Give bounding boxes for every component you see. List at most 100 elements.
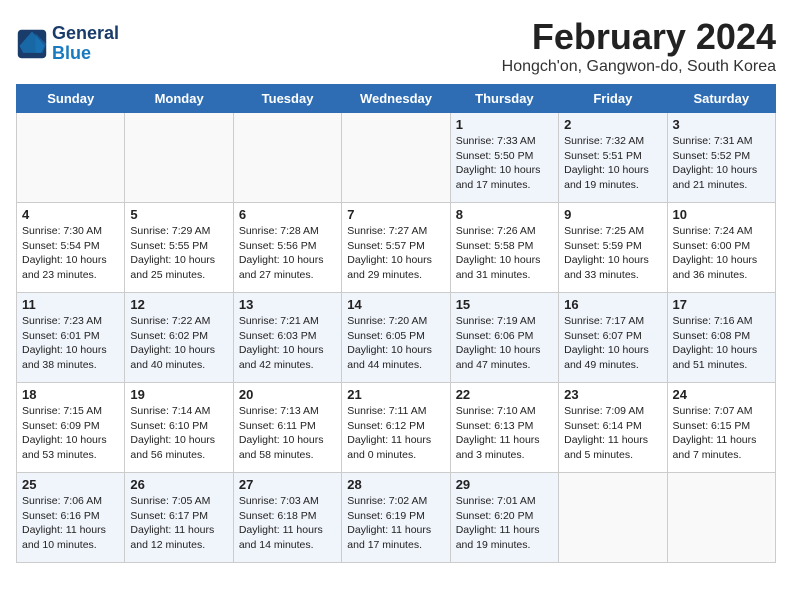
location: Hongch'on, Gangwon-do, South Korea	[16, 58, 776, 76]
day-info: Sunrise: 7:30 AM Sunset: 5:54 PM Dayligh…	[22, 224, 119, 283]
day-number: 2	[564, 117, 661, 132]
day-info: Sunrise: 7:20 AM Sunset: 6:05 PM Dayligh…	[347, 314, 444, 373]
calendar-cell	[233, 113, 341, 203]
calendar-cell: 2 Sunrise: 7:32 AM Sunset: 5:51 PM Daylig…	[559, 113, 667, 203]
calendar-cell	[17, 113, 125, 203]
day-info: Sunrise: 7:33 AM Sunset: 5:50 PM Dayligh…	[456, 134, 553, 193]
calendar-cell: 19 Sunrise: 7:14 AM Sunset: 6:10 PM Dayli…	[125, 383, 233, 473]
day-info: Sunrise: 7:06 AM Sunset: 6:16 PM Dayligh…	[22, 494, 119, 553]
calendar-cell: 7 Sunrise: 7:27 AM Sunset: 5:57 PM Daylig…	[342, 203, 450, 293]
day-number: 8	[456, 207, 553, 222]
day-number: 6	[239, 207, 336, 222]
day-number: 11	[22, 297, 119, 312]
day-number: 14	[347, 297, 444, 312]
day-info: Sunrise: 7:16 AM Sunset: 6:08 PM Dayligh…	[673, 314, 770, 373]
day-number: 15	[456, 297, 553, 312]
day-number: 29	[456, 477, 553, 492]
day-number: 24	[673, 387, 770, 402]
day-info: Sunrise: 7:22 AM Sunset: 6:02 PM Dayligh…	[130, 314, 227, 373]
day-info: Sunrise: 7:02 AM Sunset: 6:19 PM Dayligh…	[347, 494, 444, 553]
calendar-cell: 12 Sunrise: 7:22 AM Sunset: 6:02 PM Dayli…	[125, 293, 233, 383]
calendar-cell: 4 Sunrise: 7:30 AM Sunset: 5:54 PM Daylig…	[17, 203, 125, 293]
calendar-cell: 20 Sunrise: 7:13 AM Sunset: 6:11 PM Dayli…	[233, 383, 341, 473]
day-number: 5	[130, 207, 227, 222]
day-number: 9	[564, 207, 661, 222]
calendar-cell: 1 Sunrise: 7:33 AM Sunset: 5:50 PM Daylig…	[450, 113, 558, 203]
page-header: February 2024 Hongch'on, Gangwon-do, Sou…	[16, 16, 776, 76]
day-number: 16	[564, 297, 661, 312]
weekday-header-tuesday: Tuesday	[233, 85, 341, 113]
day-number: 26	[130, 477, 227, 492]
day-info: Sunrise: 7:17 AM Sunset: 6:07 PM Dayligh…	[564, 314, 661, 373]
day-number: 23	[564, 387, 661, 402]
day-number: 17	[673, 297, 770, 312]
calendar-cell: 8 Sunrise: 7:26 AM Sunset: 5:58 PM Daylig…	[450, 203, 558, 293]
weekday-header-thursday: Thursday	[450, 85, 558, 113]
day-info: Sunrise: 7:10 AM Sunset: 6:13 PM Dayligh…	[456, 404, 553, 463]
day-info: Sunrise: 7:03 AM Sunset: 6:18 PM Dayligh…	[239, 494, 336, 553]
weekday-header-wednesday: Wednesday	[342, 85, 450, 113]
calendar-cell: 6 Sunrise: 7:28 AM Sunset: 5:56 PM Daylig…	[233, 203, 341, 293]
calendar-cell: 13Sunrise: 7:21 AM Sunset: 6:03 PM Dayli…	[233, 293, 341, 383]
calendar-cell: 26 Sunrise: 7:05 AM Sunset: 6:17 PM Dayli…	[125, 473, 233, 563]
day-info: Sunrise: 7:29 AM Sunset: 5:55 PM Dayligh…	[130, 224, 227, 283]
day-number: 27	[239, 477, 336, 492]
calendar-cell: 29 Sunrise: 7:01 AM Sunset: 6:20 PM Dayli…	[450, 473, 558, 563]
calendar-cell: 28Sunrise: 7:02 AM Sunset: 6:19 PM Dayli…	[342, 473, 450, 563]
weekday-header-friday: Friday	[559, 85, 667, 113]
weekday-header-monday: Monday	[125, 85, 233, 113]
logo: General Blue	[16, 16, 119, 64]
calendar-cell: 9 Sunrise: 7:25 AM Sunset: 5:59 PM Daylig…	[559, 203, 667, 293]
day-info: Sunrise: 7:31 AM Sunset: 5:52 PM Dayligh…	[673, 134, 770, 193]
day-info: Sunrise: 7:19 AM Sunset: 6:06 PM Dayligh…	[456, 314, 553, 373]
day-number: 10	[673, 207, 770, 222]
day-number: 1	[456, 117, 553, 132]
day-number: 13	[239, 297, 336, 312]
month-year: February 2024	[16, 16, 776, 58]
day-info: Sunrise: 7:27 AM Sunset: 5:57 PM Dayligh…	[347, 224, 444, 283]
calendar-cell: 25 Sunrise: 7:06 AM Sunset: 6:16 PM Dayli…	[17, 473, 125, 563]
calendar-cell: 17 Sunrise: 7:16 AM Sunset: 6:08 PM Dayli…	[667, 293, 775, 383]
day-number: 18	[22, 387, 119, 402]
calendar-cell	[559, 473, 667, 563]
day-number: 12	[130, 297, 227, 312]
day-info: Sunrise: 7:11 AM Sunset: 6:12 PM Dayligh…	[347, 404, 444, 463]
day-number: 21	[347, 387, 444, 402]
day-info: Sunrise: 7:09 AM Sunset: 6:14 PM Dayligh…	[564, 404, 661, 463]
logo-line1: General	[52, 24, 119, 44]
calendar-table: SundayMondayTuesdayWednesdayThursdayFrid…	[16, 84, 776, 563]
calendar-cell	[667, 473, 775, 563]
calendar-cell: 15 Sunrise: 7:19 AM Sunset: 6:06 PM Dayli…	[450, 293, 558, 383]
day-info: Sunrise: 7:23 AM Sunset: 6:01 PM Dayligh…	[22, 314, 119, 373]
day-info: Sunrise: 7:32 AM Sunset: 5:51 PM Dayligh…	[564, 134, 661, 193]
day-number: 7	[347, 207, 444, 222]
day-info: Sunrise: 7:05 AM Sunset: 6:17 PM Dayligh…	[130, 494, 227, 553]
day-info: Sunrise: 7:07 AM Sunset: 6:15 PM Dayligh…	[673, 404, 770, 463]
day-info: Sunrise: 7:26 AM Sunset: 5:58 PM Dayligh…	[456, 224, 553, 283]
calendar-cell: 14 Sunrise: 7:20 AM Sunset: 6:05 PM Dayli…	[342, 293, 450, 383]
day-number: 3	[673, 117, 770, 132]
calendar-cell: 22Sunrise: 7:10 AM Sunset: 6:13 PM Dayli…	[450, 383, 558, 473]
calendar-cell: 18 Sunrise: 7:15 AM Sunset: 6:09 PM Dayli…	[17, 383, 125, 473]
day-number: 19	[130, 387, 227, 402]
calendar-cell: 5 Sunrise: 7:29 AM Sunset: 5:55 PM Daylig…	[125, 203, 233, 293]
day-info: Sunrise: 7:25 AM Sunset: 5:59 PM Dayligh…	[564, 224, 661, 283]
calendar-cell: 10 Sunrise: 7:24 AM Sunset: 6:00 PM Dayli…	[667, 203, 775, 293]
day-info: Sunrise: 7:15 AM Sunset: 6:09 PM Dayligh…	[22, 404, 119, 463]
day-info: Sunrise: 7:28 AM Sunset: 5:56 PM Dayligh…	[239, 224, 336, 283]
calendar-cell: 16 Sunrise: 7:17 AM Sunset: 6:07 PM Dayli…	[559, 293, 667, 383]
day-info: Sunrise: 7:24 AM Sunset: 6:00 PM Dayligh…	[673, 224, 770, 283]
logo-line2: Blue	[52, 44, 119, 64]
day-number: 20	[239, 387, 336, 402]
day-number: 25	[22, 477, 119, 492]
day-info: Sunrise: 7:01 AM Sunset: 6:20 PM Dayligh…	[456, 494, 553, 553]
calendar-cell: 11 Sunrise: 7:23 AM Sunset: 6:01 PM Dayli…	[17, 293, 125, 383]
calendar-cell: 21 Sunrise: 7:11 AM Sunset: 6:12 PM Dayli…	[342, 383, 450, 473]
day-info: Sunrise: 7:13 AM Sunset: 6:11 PM Dayligh…	[239, 404, 336, 463]
day-number: 4	[22, 207, 119, 222]
weekday-header-sunday: Sunday	[17, 85, 125, 113]
calendar-cell	[125, 113, 233, 203]
calendar-cell: 23 Sunrise: 7:09 AM Sunset: 6:14 PM Dayli…	[559, 383, 667, 473]
day-info: Sunrise: 7:14 AM Sunset: 6:10 PM Dayligh…	[130, 404, 227, 463]
calendar-cell: 27 Sunrise: 7:03 AM Sunset: 6:18 PM Dayli…	[233, 473, 341, 563]
